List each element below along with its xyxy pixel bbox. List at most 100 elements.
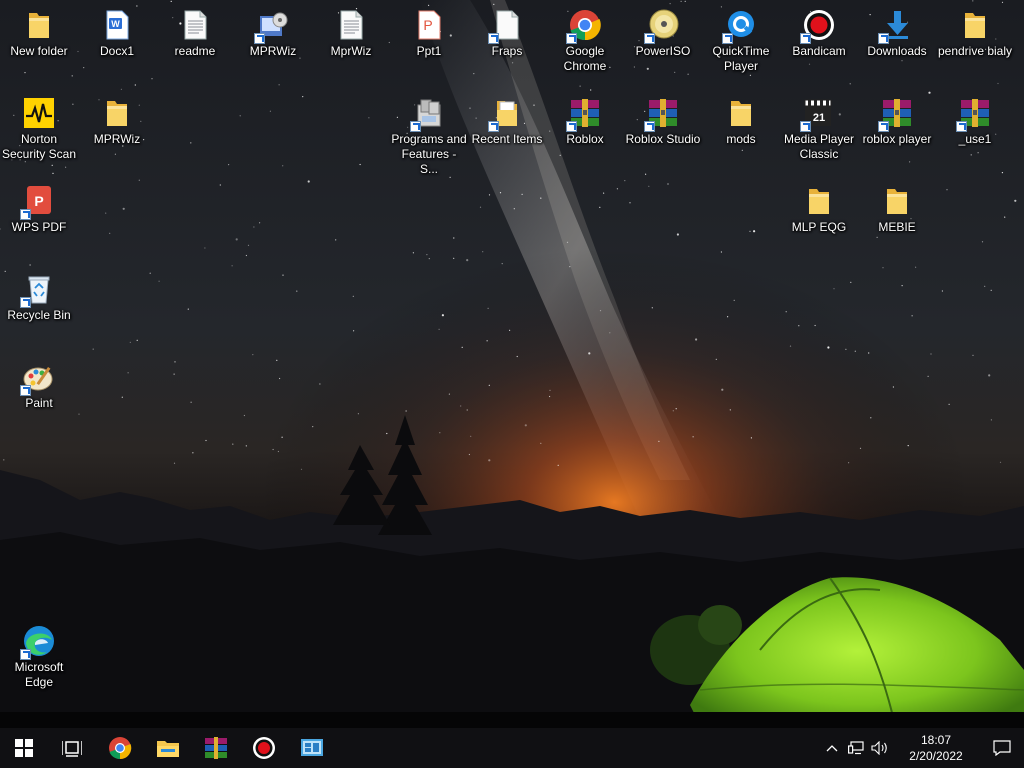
shortcut-arrow-icon [800, 33, 811, 44]
shortcut-arrow-icon [20, 297, 31, 308]
taskbar-winrar-button[interactable] [192, 728, 240, 768]
desktop-icon-label: Ppt1 [416, 44, 442, 58]
desktop-icon-label: Paint [25, 396, 53, 410]
svg-text:P: P [34, 193, 43, 209]
desktop-icon-microsoft-edge[interactable]: Microsoft Edge [0, 618, 78, 690]
wps-presentation-icon: P [412, 8, 446, 42]
desktop-icon-roblox-studio[interactable]: Roblox Studio [624, 90, 702, 147]
word-doc-icon: W [100, 8, 134, 42]
desktop-icon-label: pendrive bialy [937, 44, 1013, 58]
taskbar-bandicam-button[interactable] [240, 728, 288, 768]
shortcut-arrow-icon [644, 121, 655, 132]
desktop-icon-use1[interactable]: _use1 [936, 90, 1014, 147]
programs-features-icon [410, 96, 446, 132]
svg-text:W: W [111, 19, 120, 29]
desktop-icon-programs-and-features-s[interactable]: Programs and Features - S... [390, 90, 468, 177]
desktop-icon-label: roblox player [862, 132, 932, 146]
task-view-button[interactable] [48, 728, 96, 768]
shortcut-arrow-icon [878, 121, 889, 132]
text-file-icon [334, 8, 368, 42]
desktop-icon-label: MprWiz [330, 44, 372, 58]
desktop-icon-quicktime-player[interactable]: QuickTime Player [702, 2, 780, 74]
chrome-icon [566, 8, 602, 44]
network-icon [848, 741, 864, 755]
desktop-icon-label: Fraps [491, 44, 523, 58]
start-button[interactable] [0, 728, 48, 768]
svg-text:21: 21 [813, 112, 825, 124]
desktop-icon-label: New folder [10, 44, 68, 58]
show-hidden-icons-button[interactable] [820, 728, 844, 768]
paint-icon [20, 360, 56, 396]
chrome-icon [109, 737, 132, 760]
desktop-icon-mprwiz[interactable]: MPRWiz [78, 90, 156, 147]
desktop-icon-fraps[interactable]: Fraps [468, 2, 546, 59]
action-center-button[interactable] [980, 728, 1024, 768]
bandicam-record-icon [800, 8, 836, 44]
desktop-icon-label: Recent Items [471, 132, 543, 146]
desktop-icon-label: PowerISO [635, 44, 691, 58]
desktop-icon-mods[interactable]: mods [702, 90, 780, 147]
taskbar-file-explorer-button[interactable] [144, 728, 192, 768]
desktop-icon-pendrive-bialy[interactable]: pendrive bialy [936, 2, 1014, 59]
desktop-icon-google-chrome[interactable]: Google Chrome [546, 2, 624, 74]
desktop-icon-label: WPS PDF [11, 220, 67, 234]
desktop-icon-media-player-classic[interactable]: 21 Media Player Classic [780, 90, 858, 162]
shortcut-arrow-icon [878, 33, 889, 44]
desktop-icon-mlp-eqg[interactable]: MLP EQG [780, 178, 858, 235]
winrar-archive-icon [566, 96, 602, 132]
desktop-icon-label: Norton Security Scan [1, 132, 77, 161]
desktop-icon-roblox-player[interactable]: roblox player [858, 90, 936, 147]
clock-date: 2/20/2022 [909, 749, 963, 763]
desktop-icon-poweriso[interactable]: PowerISO [624, 2, 702, 59]
desktop-icon-recycle-bin[interactable]: Recycle Bin [0, 266, 78, 323]
chevron-up-icon [826, 745, 838, 752]
shortcut-arrow-icon [722, 33, 733, 44]
shortcut-arrow-icon [956, 121, 967, 132]
desktop-icon-label: QuickTime Player [712, 44, 770, 73]
shortcut-arrow-icon [644, 33, 655, 44]
desktop-icon-ppt1[interactable]: P Ppt1 [390, 2, 468, 59]
desktop-icon-label: Microsoft Edge [14, 660, 64, 689]
text-file-icon [178, 8, 212, 42]
media-player-classic-icon: 21 [800, 96, 836, 132]
desktop-icon-bandicam[interactable]: Bandicam [780, 2, 858, 59]
desktop-icon-label: MLP EQG [791, 220, 847, 234]
taskbar-chrome-button[interactable] [96, 728, 144, 768]
desktop-icon-label: Downloads [867, 44, 927, 58]
windows-start-icon [15, 739, 33, 757]
winrar-icon [205, 737, 227, 759]
action-center-icon [993, 740, 1011, 756]
desktop-icon-wps-pdf[interactable]: P WPS PDF [0, 178, 78, 235]
shortcut-arrow-icon [20, 385, 31, 396]
shortcut-arrow-icon [20, 649, 31, 660]
recent-items-folder-icon [488, 96, 524, 132]
desktop-icon-downloads[interactable]: Downloads [858, 2, 936, 59]
desktop-icon-docx1[interactable]: W Docx1 [78, 2, 156, 59]
desktop-icon-recent-items[interactable]: Recent Items [468, 90, 546, 147]
desktop-icon-mprwiz[interactable]: MprWiz [312, 2, 390, 59]
volume-icon [871, 741, 887, 755]
desktop-icon-readme[interactable]: readme [156, 2, 234, 59]
desktop-icon-mprwiz[interactable]: MPRWiz [234, 2, 312, 59]
desktop-icon-label: Bandicam [792, 44, 846, 58]
winrar-archive-icon [644, 96, 680, 132]
desktop-icon-norton-security-scan[interactable]: Norton Security Scan [0, 90, 78, 162]
taskbar: 18:07 2/20/2022 [0, 728, 1024, 768]
network-button[interactable] [844, 728, 868, 768]
shortcut-arrow-icon [410, 121, 421, 132]
desktop-icon-label: Google Chrome [563, 44, 607, 73]
desktop-icon-paint[interactable]: Paint [0, 354, 78, 411]
folder-icon [880, 184, 914, 218]
taskbar-control-panel-button[interactable] [288, 728, 336, 768]
desktop-icon-label: readme [174, 44, 216, 58]
file-explorer-icon [157, 741, 179, 757]
volume-button[interactable] [868, 728, 892, 768]
desktop-icon-label: mods [726, 132, 756, 146]
folder-icon [100, 96, 134, 130]
desktop-icon-new-folder[interactable]: New folder [0, 2, 78, 59]
desktop-icon-mebie[interactable]: MEBIE [858, 178, 936, 235]
taskbar-clock[interactable]: 18:07 2/20/2022 [892, 732, 980, 764]
desktop-icon-label: Programs and Features - S... [391, 132, 467, 176]
desktop-icon-roblox[interactable]: Roblox [546, 90, 624, 147]
shortcut-arrow-icon [566, 33, 577, 44]
